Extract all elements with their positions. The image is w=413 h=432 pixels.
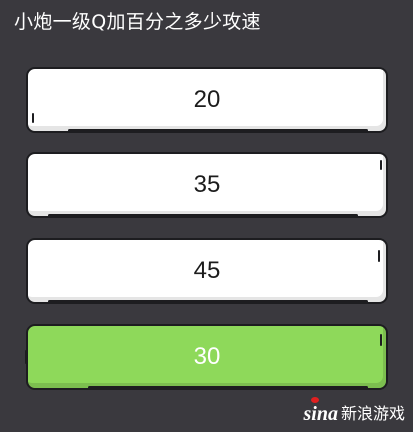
answer-option-3[interactable]: 45 <box>26 238 388 304</box>
sina-eye-icon <box>310 397 319 403</box>
sina-logo-text: sina <box>303 403 338 425</box>
answer-option-label: 30 <box>193 343 221 370</box>
question-text: 小炮一级Q加百分之多少攻速 <box>14 11 261 33</box>
sketch-stroke-bottom <box>48 300 368 303</box>
sketch-stroke-tick <box>378 250 380 262</box>
sketch-stroke-tick <box>32 113 34 123</box>
answer-option-label: 35 <box>193 171 221 198</box>
sina-games-watermark: sina 新浪游戏 <box>303 397 405 426</box>
sketch-stroke-tick <box>25 350 27 364</box>
answer-option-label: 45 <box>193 257 221 284</box>
watermark-text: 新浪游戏 <box>340 404 405 423</box>
answer-option-label: 20 <box>193 86 221 113</box>
sketch-stroke-bottom <box>68 129 368 132</box>
sina-logo: sina <box>303 397 338 426</box>
sketch-stroke-tick <box>380 334 382 346</box>
answer-option-2[interactable]: 35 <box>26 152 388 218</box>
sketch-stroke-bottom <box>88 386 368 389</box>
sketch-stroke-bottom <box>48 214 358 217</box>
sketch-stroke-tick <box>380 160 382 170</box>
answer-option-1[interactable]: 20 <box>26 67 388 133</box>
answer-option-4-correct[interactable]: 30 <box>25 324 388 390</box>
